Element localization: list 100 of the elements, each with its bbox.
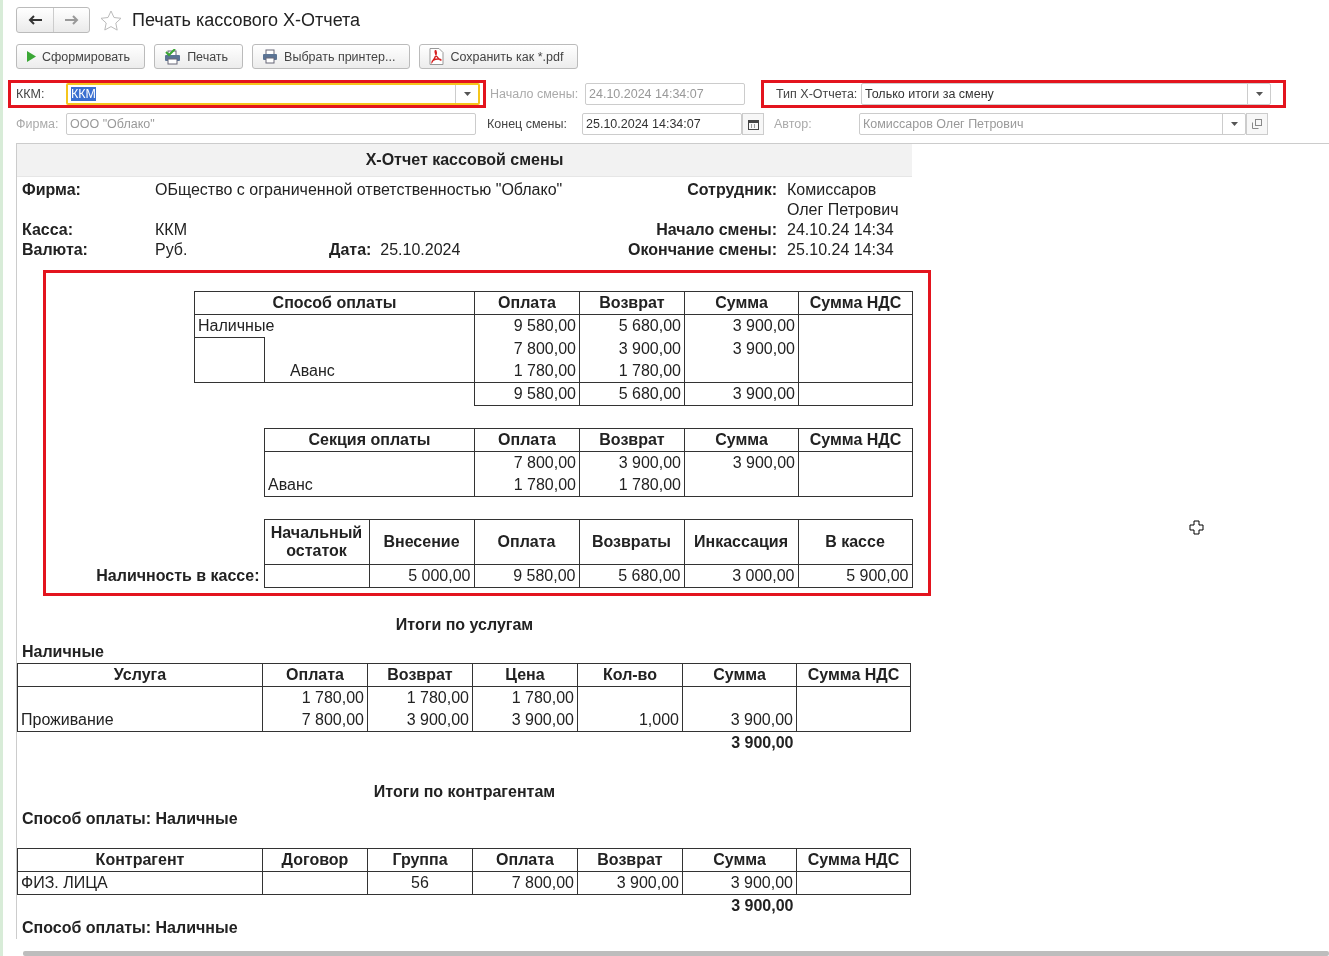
- horizontal-scrollbar[interactable]: [23, 951, 1329, 956]
- table-cell: 3 900,00: [577, 871, 683, 894]
- table-cell: Проживание: [17, 708, 263, 731]
- table-cell: 7 800,00: [474, 451, 580, 474]
- column-header: Начальный остаток: [264, 519, 369, 564]
- group-title: Наличные: [21, 641, 105, 662]
- table-cell: 3 900,00: [682, 708, 797, 731]
- dropdown-caret-icon: [463, 92, 471, 96]
- column-header: Сумма НДС: [796, 663, 911, 686]
- table-cell: 1 780,00: [579, 359, 685, 382]
- table-cell: Аванс: [264, 359, 475, 382]
- section-title: Итоги по услугам: [394, 614, 535, 635]
- info-value: ККМ: [155, 220, 188, 240]
- group-title: Способ оплаты: Наличные: [21, 917, 239, 938]
- table-cell: 5 900,00: [798, 564, 912, 587]
- column-header: Инкассация: [684, 519, 798, 564]
- open-window-icon: [1252, 119, 1262, 129]
- info-value: ОБщество с ограниченной ответственностью "Облако": [155, 180, 564, 200]
- column-header: Сумма: [682, 663, 797, 686]
- toolbar-button[interactable]: Сохранить как *.pdf: [419, 44, 579, 69]
- table-cell: 5 680,00: [579, 564, 684, 587]
- table-cell: 3 000,00: [684, 564, 798, 587]
- toolbar-button[interactable]: Выбрать принтер...: [252, 44, 411, 69]
- column-header: Сумма: [684, 428, 799, 451]
- column-header: Возврат: [577, 848, 683, 871]
- table-cell: ФИЗ. ЛИЦА: [17, 871, 263, 894]
- total-amount: 3 900,00: [682, 894, 797, 917]
- report-type-field[interactable]: Только итоги за смену: [861, 83, 1271, 105]
- column-header: Сумма НДС: [798, 428, 913, 451]
- play-icon: [26, 51, 36, 62]
- table-cell: 3 900,00: [579, 451, 685, 474]
- dropdown-caret-icon: [1230, 122, 1238, 126]
- table-cell: 5 680,00: [579, 314, 685, 338]
- table-cell: 1,000: [577, 708, 683, 731]
- column-header: Внесение: [369, 519, 474, 564]
- column-header: Секция оплаты: [264, 428, 475, 451]
- info-label: Валюта:: [22, 240, 89, 260]
- column-header: В кассе: [798, 519, 912, 564]
- column-header: Сумма: [684, 291, 799, 315]
- table-cell: 5 000,00: [369, 564, 474, 587]
- back-arrow-icon: [28, 15, 42, 25]
- section-title: Итоги по контрагентам: [372, 781, 557, 802]
- table-cell: 3 900,00: [684, 382, 799, 405]
- row-label: Наличность в кассе:: [19, 564, 264, 587]
- table-cell: 3 900,00: [684, 451, 799, 474]
- table-cell: 1 780,00: [474, 359, 580, 382]
- table-cell: 3 900,00: [579, 337, 685, 360]
- info-value: 24.10.24 14:34: [787, 220, 895, 240]
- info-label: Начало смены:: [655, 220, 777, 240]
- shift-end-field[interactable]: 25.10.2024 14:34:07: [582, 113, 742, 135]
- table-cell: 9 580,00: [474, 314, 580, 338]
- field-label: Конец смены:: [487, 117, 568, 131]
- table-cell: 7 800,00: [474, 337, 580, 360]
- field-label: Фирма:: [16, 117, 60, 131]
- dropdown-caret-icon: [1255, 92, 1263, 96]
- column-header: Договор: [262, 848, 368, 871]
- table-cell: 3 900,00: [684, 337, 799, 360]
- star-icon[interactable]: [100, 9, 122, 31]
- table-cell: 1 780,00: [367, 686, 473, 709]
- table-cell: 9 580,00: [474, 382, 580, 405]
- table-cell: Наличные: [194, 314, 475, 338]
- table-cell: 7 800,00: [472, 871, 578, 894]
- toolbar-button[interactable]: Печать: [154, 44, 244, 69]
- printer-check-icon: [164, 48, 182, 65]
- info-label: Сотрудник:: [686, 180, 777, 200]
- info-label: Дата:: [329, 240, 372, 260]
- column-header: Способ оплаты: [194, 291, 475, 315]
- table-cell: 7 800,00: [262, 708, 368, 731]
- column-header: Возвраты: [579, 519, 684, 564]
- pdf-file-icon: [429, 48, 445, 65]
- info-label: Касса:: [22, 220, 75, 240]
- table-cell: 56: [367, 871, 473, 894]
- open-button[interactable]: [1246, 113, 1268, 135]
- kkm-field[interactable]: ККМ: [66, 83, 480, 105]
- column-header: Оплата: [472, 848, 578, 871]
- calendar-icon: [747, 118, 759, 130]
- field-label: Тип X-Отчета:: [776, 87, 859, 101]
- info-value: Руб.: [155, 240, 189, 260]
- forward-arrow-icon: [64, 15, 79, 25]
- group-title: Способ оплаты: Наличные: [21, 808, 239, 829]
- printer-icon: [262, 49, 279, 64]
- column-header: Сумма НДС: [796, 848, 911, 871]
- column-header: Кол-во: [577, 663, 683, 686]
- column-header: Возврат: [579, 428, 685, 451]
- table-cell: 9 580,00: [474, 564, 579, 587]
- column-header: Сумма НДС: [798, 291, 913, 315]
- table-cell: 1 780,00: [472, 686, 578, 709]
- field-label: Начало смены:: [490, 87, 580, 101]
- calendar-button[interactable]: [742, 113, 764, 135]
- info-value: 25.10.2024: [380, 240, 461, 260]
- table-cell: 3 900,00: [684, 314, 799, 338]
- info-value: Комиссаров Олег Петрович: [787, 180, 900, 220]
- info-label: Окончание смены:: [628, 240, 777, 260]
- column-header: Услуга: [17, 663, 263, 686]
- column-header: Контрагент: [17, 848, 263, 871]
- column-header: Сумма: [682, 848, 797, 871]
- table-cell: Аванс: [264, 473, 475, 496]
- info-value: 25.10.24 14:34: [787, 240, 895, 260]
- toolbar-button[interactable]: Сформировать: [16, 44, 146, 69]
- column-header: Возврат: [367, 663, 473, 686]
